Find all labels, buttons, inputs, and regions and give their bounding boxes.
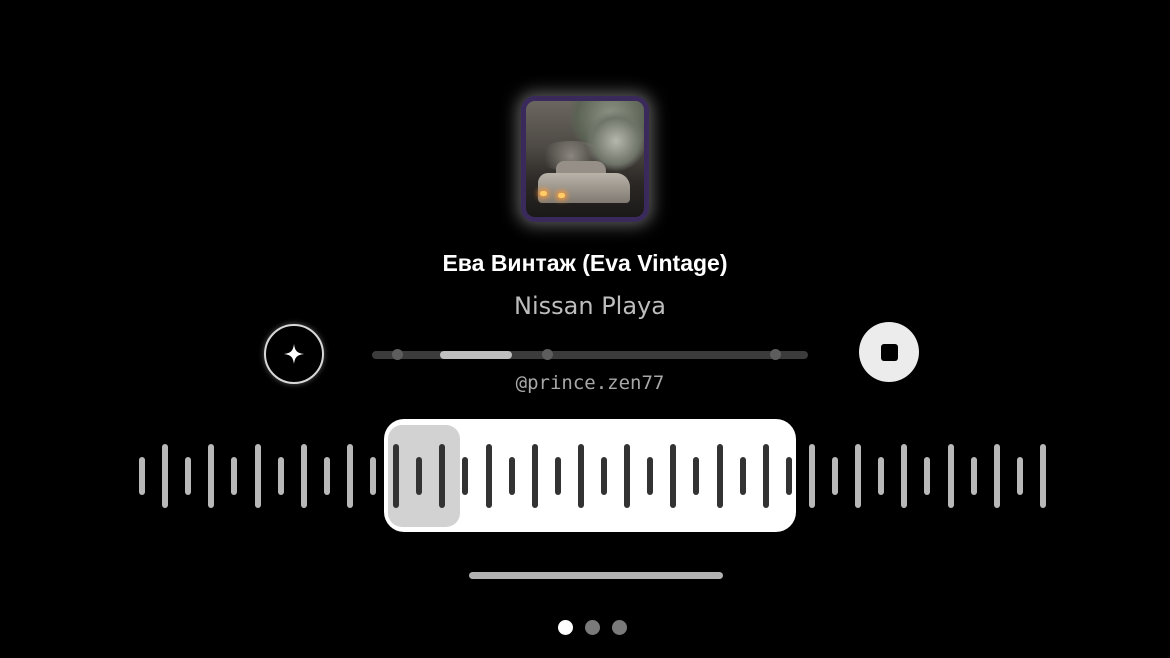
waveform-bar	[647, 457, 654, 495]
album-cover	[521, 96, 649, 222]
waveform-bar	[785, 457, 792, 495]
artist-name: Nissan Playa	[514, 292, 666, 320]
waveform-bar	[693, 457, 700, 495]
waveform-bar	[231, 457, 238, 495]
waveform-bar	[300, 444, 307, 508]
waveform-bar	[416, 457, 423, 495]
progress-marker	[542, 349, 553, 360]
page-dot-2[interactable]	[585, 620, 600, 635]
progress-selection[interactable]	[439, 351, 512, 359]
waveform-bar	[393, 444, 400, 508]
waveform-bar	[716, 444, 723, 508]
user-handle: @prince.zen77	[515, 372, 665, 394]
page-dot-3[interactable]	[612, 620, 627, 635]
waveform-bar	[554, 457, 561, 495]
waveform-bar	[601, 457, 607, 495]
page-dot-1[interactable]	[558, 620, 573, 635]
waveform-bar	[993, 444, 1000, 508]
waveform-bar	[577, 444, 584, 508]
waveform-bar	[924, 457, 931, 495]
waveform-bar	[185, 457, 192, 495]
stop-icon	[880, 343, 898, 361]
progress-marker	[770, 349, 781, 360]
waveform-bar	[762, 444, 769, 508]
waveform-bar	[878, 457, 885, 495]
waveform-bar	[531, 444, 538, 508]
waveform-bar	[624, 444, 631, 508]
page-indicator[interactable]	[558, 620, 627, 635]
waveform-bar	[970, 457, 977, 495]
waveform-bar	[346, 444, 353, 508]
waveform-bar	[901, 444, 908, 508]
album-art-image	[526, 101, 644, 217]
home-indicator[interactable]	[469, 572, 723, 579]
waveform-bar	[370, 457, 376, 495]
waveform-bar	[485, 444, 492, 508]
waveform-bar	[808, 444, 815, 508]
waveform-bar	[1039, 444, 1046, 508]
waveform-bar	[739, 457, 746, 495]
waveform-bar	[439, 444, 446, 508]
progress-track[interactable]	[372, 349, 808, 360]
progress-marker	[392, 349, 403, 360]
waveform-bar	[254, 444, 261, 508]
waveform-bar	[855, 444, 862, 508]
waveform-bar	[508, 457, 515, 495]
waveform-bar	[1016, 457, 1023, 495]
waveform-bar	[832, 457, 838, 495]
waveform-bar	[947, 444, 954, 508]
sparkle-icon	[284, 344, 304, 364]
waveform-bar	[162, 444, 169, 508]
waveform-bar	[670, 444, 677, 508]
waveform-bar	[277, 457, 284, 495]
waveform-bar	[462, 457, 469, 495]
waveform-bar	[139, 457, 145, 495]
waveform-bar	[208, 444, 215, 508]
waveform-bar	[323, 457, 330, 495]
track-title: Ева Винтаж (Eva Vintage)	[442, 250, 728, 276]
